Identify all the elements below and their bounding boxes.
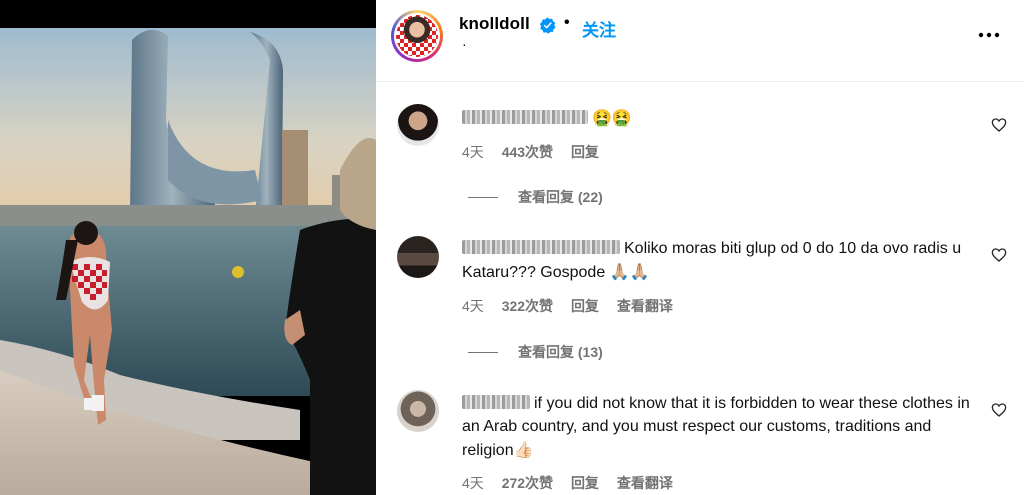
- post-photo-image: [0, 0, 376, 495]
- replies-divider: [468, 351, 498, 353]
- view-replies-label: 查看回复 (22): [518, 189, 603, 205]
- comment-meta: 4天 443次赞 回复: [462, 142, 613, 162]
- view-replies-label: 查看回复 (13): [518, 344, 603, 360]
- more-options-icon[interactable]: [976, 22, 1002, 48]
- comment-likes[interactable]: 272次赞: [502, 475, 553, 491]
- comment-likes[interactable]: 322次赞: [502, 298, 553, 314]
- comment-meta: 4天 322次赞 回复 查看翻译: [462, 296, 687, 316]
- comment-time: 4天: [462, 298, 484, 314]
- redacted-username[interactable]: [462, 395, 530, 409]
- view-replies-button[interactable]: 查看回复 (13): [468, 342, 603, 362]
- verified-badge-icon: [539, 17, 556, 34]
- commenter-avatar[interactable]: [397, 390, 439, 432]
- reply-button[interactable]: 回复: [571, 144, 599, 160]
- comment-time: 4天: [462, 475, 484, 491]
- view-replies-button[interactable]: 查看回复 (22): [468, 187, 603, 207]
- author-avatar[interactable]: [391, 10, 443, 62]
- comment-text: if you did not know that it is forbidden…: [462, 395, 970, 459]
- comments-panel: knolldoll • 关注 · 🤮🤮 4天 443次赞 回复 查看回复 (22…: [376, 0, 1024, 495]
- heart-outline-icon[interactable]: [991, 247, 1007, 263]
- author-username[interactable]: knolldoll: [459, 14, 530, 34]
- reply-button[interactable]: 回复: [571, 298, 599, 314]
- translate-button[interactable]: 查看翻译: [617, 475, 673, 491]
- separator-dot: •: [564, 14, 570, 31]
- comment-meta: 4天 272次赞 回复 查看翻译: [462, 473, 687, 493]
- commenter-avatar[interactable]: [397, 104, 439, 146]
- comment-text: 🤮🤮: [462, 106, 962, 130]
- redacted-username[interactable]: [462, 240, 620, 254]
- comment-likes[interactable]: 443次赞: [502, 144, 553, 160]
- translate-button[interactable]: 查看翻译: [617, 298, 673, 314]
- post-header: knolldoll • 关注 ·: [376, 0, 1024, 82]
- heart-outline-icon[interactable]: [991, 402, 1007, 418]
- post-photo[interactable]: [0, 0, 376, 495]
- comment-time: 4天: [462, 144, 484, 160]
- heart-outline-icon[interactable]: [991, 117, 1007, 133]
- comment-text: Koliko moras biti glup od 0 do 10 da ovo…: [462, 240, 962, 281]
- header-subline: ·: [462, 36, 467, 52]
- replies-divider: [468, 196, 498, 198]
- follow-button[interactable]: 关注: [582, 16, 616, 41]
- commenter-avatar[interactable]: [397, 236, 439, 278]
- redacted-username[interactable]: [462, 110, 588, 124]
- reply-button[interactable]: 回复: [571, 475, 599, 491]
